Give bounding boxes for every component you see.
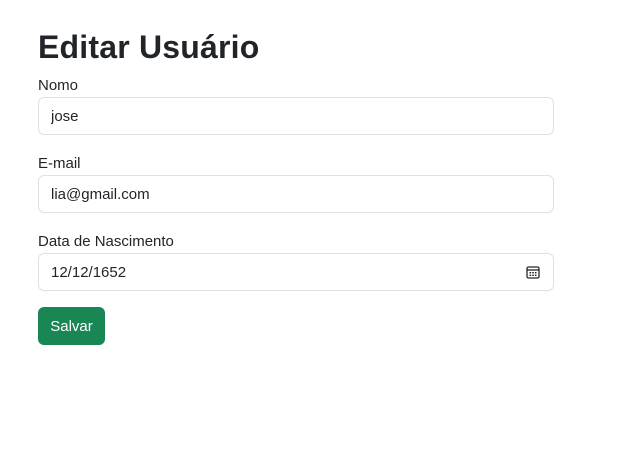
birthdate-label: Data de Nascimento [38, 233, 174, 250]
page-title: Editar Usuário [38, 29, 260, 65]
email-label: E-mail [38, 155, 81, 172]
name-label: Nomo [38, 77, 79, 94]
name-value: jose [51, 107, 79, 125]
email-value: lia@gmail.com [51, 185, 150, 203]
calendar-icon[interactable] [525, 264, 541, 280]
save-button[interactable]: Salvar [38, 307, 105, 345]
name-field[interactable]: jose [38, 97, 554, 135]
email-field[interactable]: lia@gmail.com [38, 175, 554, 213]
birthdate-value: 12/12/1652 [51, 263, 127, 281]
birthdate-field[interactable]: 12/12/1652 [38, 253, 554, 291]
